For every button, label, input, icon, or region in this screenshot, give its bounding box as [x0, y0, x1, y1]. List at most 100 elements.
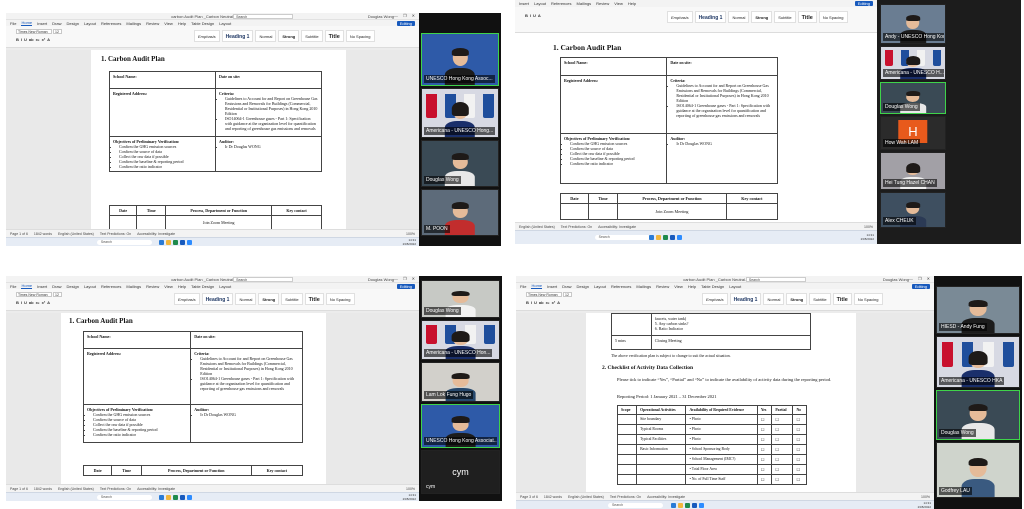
user-name[interactable]: Douglas Wong [368, 277, 394, 282]
superscript-button[interactable]: x² [42, 37, 46, 42]
style-title[interactable]: Title [797, 11, 817, 23]
font-name-select[interactable]: Times New Roman [16, 292, 52, 297]
language[interactable]: English (United States) [568, 495, 604, 499]
tab-table-design[interactable]: Table Design [701, 284, 724, 289]
zoom-icon[interactable] [698, 503, 704, 508]
accessibility-status[interactable]: Accessibility: Investigate [598, 225, 636, 229]
document-area[interactable]: 1. Carbon Audit Plan School Name: Date o… [515, 33, 877, 222]
no-checkbox[interactable]: ☐ [792, 474, 807, 485]
tab-draw[interactable]: Draw [52, 284, 61, 289]
tab-design[interactable]: Design [66, 284, 78, 289]
tab-design[interactable]: Design [576, 284, 588, 289]
subscript-button[interactable]: x₂ [546, 300, 550, 305]
user-name[interactable]: Douglas Wong [883, 277, 909, 282]
tab-table-design[interactable]: Table Design [191, 284, 214, 289]
tab-insert[interactable]: Insert [37, 21, 47, 26]
tab-references[interactable]: References [101, 284, 121, 289]
tab-review[interactable]: Review [146, 21, 159, 26]
style-emphasis[interactable]: Emphasis [174, 293, 200, 305]
style-title[interactable]: Title [324, 30, 344, 42]
style-subtitle[interactable]: Subtitle [809, 293, 831, 305]
taskbar-search[interactable]: Search [594, 235, 650, 240]
participant-tile[interactable]: Douglas Wong [421, 280, 500, 318]
tab-file[interactable]: File [10, 284, 16, 289]
editing-button[interactable]: Editing [396, 283, 415, 289]
text-predictions[interactable]: Text Predictions: On [610, 495, 641, 499]
search-box[interactable]: Search [745, 277, 806, 282]
font-name-select[interactable]: Times New Roman [16, 29, 52, 34]
subscript-button[interactable]: x₂ [36, 300, 40, 305]
editing-button[interactable]: Editing [854, 1, 873, 6]
file-explorer-icon[interactable] [165, 495, 171, 500]
style-emphasis[interactable]: Emphasis [702, 293, 728, 305]
window-controls[interactable]: — ❐ ✕ [909, 276, 932, 281]
edge-icon[interactable] [172, 240, 178, 245]
yes-checkbox[interactable]: ☐ [756, 474, 773, 485]
style-emphasis[interactable]: Emphasis [194, 30, 220, 42]
tab-layout[interactable]: Layout [84, 284, 96, 289]
strikethrough-button[interactable]: ab [29, 300, 34, 305]
windows-start-icon[interactable] [670, 503, 676, 508]
tab-layout[interactable]: Layout [84, 21, 96, 26]
participant-tile[interactable]: Andy - UNESCO Hong Kon... [880, 4, 946, 44]
accessibility-status[interactable]: Accessibility: Investigate [647, 495, 685, 499]
language[interactable]: English (United States) [58, 232, 94, 236]
participant-tile[interactable]: Alex CHEUK [880, 192, 946, 228]
tab-file[interactable]: File [520, 284, 526, 289]
participant-tile[interactable]: Americana - UNESCO H... [880, 46, 946, 80]
style-strong[interactable]: Strong [751, 11, 773, 23]
font-color-button[interactable]: A [538, 13, 541, 18]
taskbar-search[interactable]: Search [96, 240, 152, 245]
window-controls[interactable]: — ❐ ✕ [394, 13, 417, 18]
style-strong[interactable]: Strong [786, 293, 808, 305]
style-no-spacing[interactable]: No Spacing [345, 30, 375, 42]
edge-icon[interactable] [662, 235, 668, 240]
underline-button[interactable]: U [533, 13, 536, 18]
tab-mailings[interactable]: Mailings [577, 1, 592, 6]
style-no-spacing[interactable]: No Spacing [818, 11, 848, 23]
participant-tile[interactable]: Americana - UNESCO Hon... [421, 320, 500, 360]
participant-tile[interactable]: HIESD - Andy Fung [936, 286, 1020, 334]
partial-checkbox[interactable]: ☐ [771, 414, 794, 425]
style-subtitle[interactable]: Subtitle [774, 11, 796, 23]
tab-table-layout[interactable]: Layout [729, 284, 741, 289]
partial-checkbox[interactable]: ☐ [771, 424, 794, 435]
editing-button[interactable]: Editing [396, 20, 415, 26]
text-predictions[interactable]: Text Predictions: On [561, 225, 592, 229]
edge-icon[interactable] [684, 503, 690, 508]
participant-tile[interactable]: M. POON [421, 189, 499, 236]
taskbar-search[interactable]: Search [607, 503, 663, 508]
no-checkbox[interactable]: ☐ [792, 424, 807, 435]
participant-tile[interactable]: UNESCO Hong Kong Associat... [421, 404, 500, 448]
font-size-select[interactable]: 12 [53, 29, 62, 34]
font-color-button[interactable]: A [557, 300, 560, 305]
partial-checkbox[interactable]: ☐ [771, 464, 794, 475]
style-normal[interactable]: Normal [763, 293, 785, 305]
participant-tile[interactable]: Douglas Wong [936, 390, 1020, 440]
participant-tile[interactable]: Godfrey LAU [936, 442, 1020, 498]
word-icon[interactable] [179, 495, 185, 500]
partial-checkbox[interactable]: ☐ [771, 434, 794, 445]
tab-insert[interactable]: Insert [519, 1, 529, 6]
tab-table-layout[interactable]: Layout [219, 284, 231, 289]
no-checkbox[interactable]: ☐ [792, 444, 807, 455]
tab-layout[interactable]: Layout [534, 1, 546, 6]
style-no-spacing[interactable]: No Spacing [325, 293, 355, 305]
style-heading-1[interactable]: Heading 1 [694, 11, 727, 23]
accessibility-status[interactable]: Accessibility: Investigate [137, 232, 175, 236]
yes-checkbox[interactable]: ☐ [756, 414, 773, 425]
word-icon[interactable] [691, 503, 697, 508]
tab-view[interactable]: View [164, 284, 173, 289]
superscript-button[interactable]: x² [552, 300, 556, 305]
italic-button[interactable]: I [531, 300, 532, 305]
tab-help[interactable]: Help [178, 21, 186, 26]
underline-button[interactable]: U [534, 300, 537, 305]
font-name-select[interactable]: Times New Roman [526, 292, 562, 297]
font-size-select[interactable]: 12 [563, 292, 572, 297]
word-icon[interactable] [179, 240, 185, 245]
document-area[interactable]: 1. Carbon Audit Plan School Name: Date o… [6, 50, 419, 238]
windows-start-icon[interactable] [648, 235, 654, 240]
italic-button[interactable]: I [21, 37, 22, 42]
tab-references[interactable]: References [611, 284, 631, 289]
style-normal[interactable]: Normal [728, 11, 750, 23]
